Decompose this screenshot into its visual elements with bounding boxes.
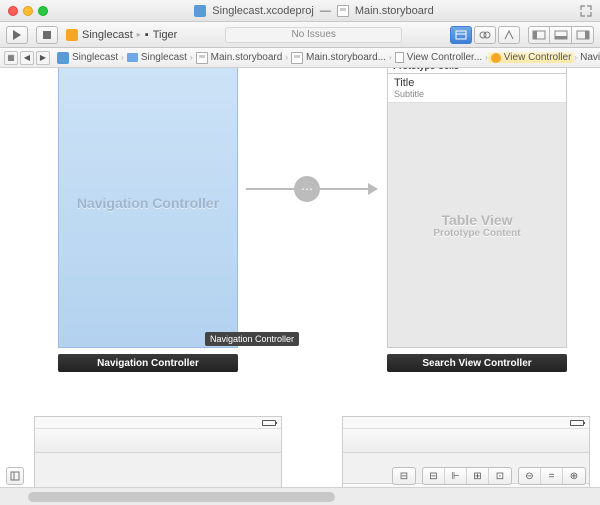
traffic-lights <box>0 6 48 16</box>
cell-subtitle: Subtitle <box>394 89 560 99</box>
assistant-editor-button[interactable] <box>474 26 496 44</box>
editor-mode-toggles <box>450 26 520 44</box>
align-button[interactable]: ⊟ <box>393 468 415 484</box>
placeholder-sub: Prototype Content <box>433 228 520 239</box>
scene-label-2[interactable]: Search View Controller <box>387 354 567 372</box>
resizing-button[interactable]: ⊡ <box>489 468 511 484</box>
horizontal-scrollbar[interactable] <box>28 492 586 502</box>
bottom-scene-1[interactable] <box>34 416 282 487</box>
jump-bar[interactable]: ▦ ◀ ▶ Singlecast› Singlecast› Main.story… <box>0 48 600 68</box>
zoom-in-button[interactable]: ⊕ <box>563 468 585 484</box>
scene-icon <box>395 52 404 63</box>
root-segue[interactable]: ⋯ <box>246 176 378 202</box>
canvas-tools: ⊟ ⊟ ⊩ ⊞ ⊡ ⊖ = ⊕ <box>392 467 586 485</box>
crumb-label: Singlecast <box>141 52 187 63</box>
navigator-toggle-button[interactable] <box>528 26 550 44</box>
crumb-label: Singlecast <box>72 52 118 63</box>
project-icon <box>57 52 69 64</box>
standard-editor-button[interactable] <box>450 26 472 44</box>
storyboard-icon <box>291 52 303 64</box>
ib-canvas[interactable]: Navigation Controller ⋯ Prototype Cells … <box>0 68 600 487</box>
scheme-device: Tiger <box>153 29 178 41</box>
crumb-0[interactable]: Singlecast <box>54 52 121 64</box>
crumb-label: View Controller... <box>407 52 482 63</box>
crumb-6[interactable]: Navigation Item <box>577 52 600 63</box>
close-window-button[interactable] <box>8 6 18 16</box>
title-file: Main.storyboard <box>355 5 434 17</box>
cell-title: Title <box>394 77 560 89</box>
table-placeholder: Table View Prototype Content <box>388 103 566 347</box>
crumb-label: Main.storyboard <box>211 52 283 63</box>
crumb-label: Main.storyboard... <box>306 52 386 63</box>
nav-controller-scene[interactable]: Navigation Controller <box>58 68 238 348</box>
crumb-5[interactable]: View Controller <box>488 52 575 63</box>
device-icon: ▪ <box>145 29 149 41</box>
battery-icon <box>570 420 584 426</box>
nav-controller-placeholder: Navigation Controller <box>77 195 219 211</box>
table-view-scene[interactable]: Prototype Cells Title Subtitle Table Vie… <box>387 68 567 348</box>
related-items-button[interactable]: ▦ <box>4 51 18 65</box>
drag-tooltip: Navigation Controller <box>205 332 299 346</box>
resolve-button[interactable]: ⊞ <box>467 468 489 484</box>
debug-toggle-button[interactable] <box>550 26 572 44</box>
jump-nav: ▦ ◀ ▶ <box>4 51 50 65</box>
version-editor-button[interactable] <box>498 26 520 44</box>
panel-toggles <box>528 26 594 44</box>
viewcontroller-icon <box>491 53 501 63</box>
crumb-2[interactable]: Main.storyboard <box>193 52 286 64</box>
scroll-thumb[interactable] <box>28 492 335 502</box>
zoom-window-button[interactable] <box>38 6 48 16</box>
document-outline-toggle[interactable] <box>6 467 24 485</box>
placeholder-title: Table View <box>441 212 512 228</box>
utilities-toggle-button[interactable] <box>572 26 594 44</box>
storyboard-icon <box>337 5 349 17</box>
bottom-bar <box>0 487 600 505</box>
crumb-3[interactable]: Main.storyboard... <box>288 52 389 64</box>
fullscreen-icon[interactable] <box>580 5 592 17</box>
window-titlebar: Singlecast.xcodeproj — Main.storyboard <box>0 0 600 22</box>
stop-button[interactable] <box>36 26 58 44</box>
window-title: Singlecast.xcodeproj — Main.storyboard <box>48 5 580 17</box>
autolayout-single: ⊟ <box>392 467 416 485</box>
forward-button[interactable]: ▶ <box>36 51 50 65</box>
scene-label-1[interactable]: Navigation Controller <box>58 354 238 372</box>
title-project: Singlecast.xcodeproj <box>212 5 314 17</box>
align-button-2[interactable]: ⊟ <box>423 468 445 484</box>
prototype-cell[interactable]: Title Subtitle <box>388 74 566 103</box>
minimize-window-button[interactable] <box>23 6 33 16</box>
storyboard-icon <box>196 52 208 64</box>
crumb-1[interactable]: Singlecast <box>124 52 190 63</box>
autolayout-tools: ⊟ ⊩ ⊞ ⊡ <box>422 467 512 485</box>
folder-icon <box>127 53 138 62</box>
main-toolbar: Singlecast ▸ ▪ Tiger No Issues <box>0 22 600 48</box>
nav-bar[interactable] <box>343 429 589 453</box>
status-bar <box>35 417 281 429</box>
segue-icon: ⋯ <box>294 176 320 202</box>
nav-bar[interactable] <box>35 429 281 453</box>
pin-button[interactable]: ⊩ <box>445 468 467 484</box>
crumb-label: Navigation Item <box>580 52 600 63</box>
back-button[interactable]: ◀ <box>20 51 34 65</box>
activity-status[interactable]: No Issues <box>225 27 402 43</box>
scheme-app: Singlecast <box>82 29 133 41</box>
crumb-4[interactable]: View Controller... <box>392 52 485 63</box>
crumb-label: View Controller <box>504 52 572 63</box>
battery-icon <box>262 420 276 426</box>
run-button[interactable] <box>6 26 28 44</box>
zoom-tools: ⊖ = ⊕ <box>518 467 586 485</box>
app-icon <box>66 29 78 41</box>
status-bar <box>343 417 589 429</box>
zoom-out-button[interactable]: ⊖ <box>519 468 541 484</box>
scheme-selector[interactable]: Singlecast ▸ ▪ Tiger <box>66 29 177 41</box>
title-sep: — <box>320 5 331 17</box>
zoom-fit-button[interactable]: = <box>541 468 563 484</box>
chevron-right-icon: ▸ <box>137 30 141 39</box>
project-icon <box>194 5 206 17</box>
